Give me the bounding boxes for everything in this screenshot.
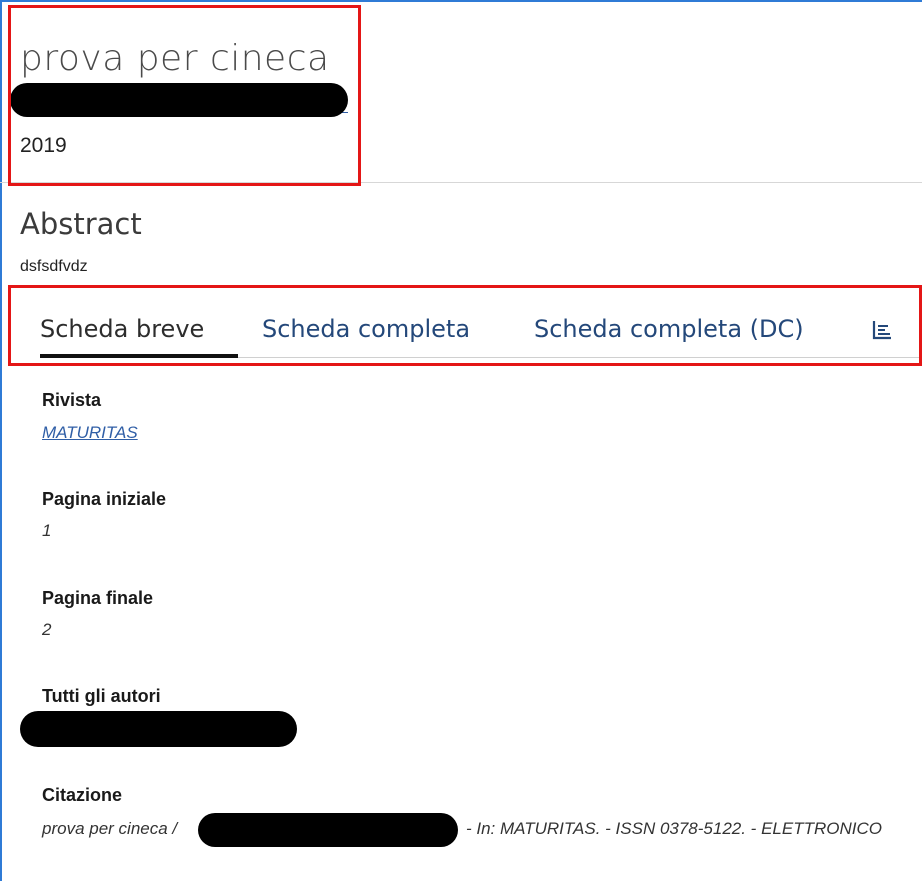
citazione-text-start: prova per cineca / bbox=[42, 819, 178, 838]
pagina-iniziale-value: 1 bbox=[42, 521, 52, 540]
citazione-label: Citazione bbox=[42, 785, 123, 805]
redacted-citation-authors bbox=[198, 813, 458, 847]
abstract-text: dsfsdfvdz bbox=[20, 258, 88, 275]
citazione-text-end: - In: MATURITAS. - ISSN 0378-5122. - ELE… bbox=[466, 819, 882, 838]
rivista-link[interactable]: MATURITAS bbox=[42, 423, 138, 443]
tabs-highlight-box bbox=[8, 285, 922, 366]
pagina-iniziale-label: Pagina iniziale bbox=[42, 489, 167, 509]
rivista-label: Rivista bbox=[42, 390, 102, 410]
header-highlight-box bbox=[8, 5, 361, 186]
redacted-authors bbox=[20, 711, 297, 747]
tutti-autori-label: Tutti gli autori bbox=[42, 686, 161, 706]
pagina-finale-value: 2 bbox=[42, 620, 52, 639]
pagina-finale-label: Pagina finale bbox=[42, 588, 154, 608]
abstract-heading: Abstract bbox=[20, 207, 142, 241]
